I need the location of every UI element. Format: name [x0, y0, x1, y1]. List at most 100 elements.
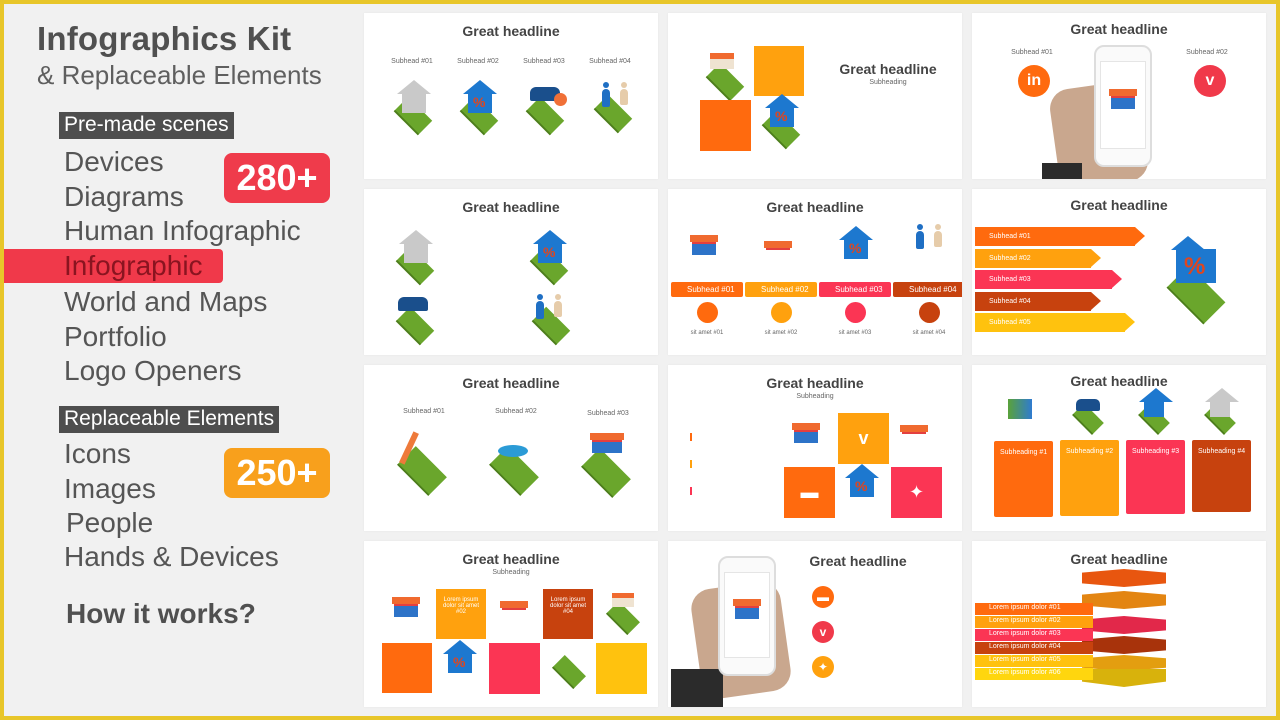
section-tag-premade: Pre-made scenes: [59, 112, 234, 139]
puzzle-tile-icon: [552, 655, 586, 689]
caption: sit amet #02: [764, 330, 798, 336]
section-tag-replaceable: Replaceable Elements: [59, 406, 280, 433]
house-percent-icon: %: [463, 80, 497, 113]
menu-item-infographic[interactable]: Infographic: [4, 249, 223, 283]
house-icon: [1205, 388, 1239, 417]
menu-item-hands-devices[interactable]: Hands & Devices: [64, 540, 279, 574]
layer-label: Lorem ipsum dolor #04: [975, 642, 1093, 654]
subhead-bar: Subhead #01: [671, 282, 743, 297]
thumbnail-scene-11[interactable]: Great headline ▬ v ✦: [668, 541, 962, 707]
layer-label: Lorem ipsum dolor #02: [975, 616, 1093, 628]
ball-icon: [554, 93, 567, 106]
thumb-subhead: Subhead #02: [1186, 49, 1228, 56]
thumb-subhead: Subhead #04: [589, 58, 631, 65]
how-it-works-link[interactable]: How it works?: [66, 598, 256, 630]
thumbnail-scene-5[interactable]: Great headline % Subhead #01 Subhead #02…: [668, 189, 962, 355]
thumb-headline: Great headline: [462, 375, 560, 391]
thumb-subhead: Subhead #02: [495, 408, 537, 415]
person-icon: [602, 82, 610, 107]
elements-count-badge: 250+: [224, 448, 330, 498]
arrow-bar: Subhead #01: [975, 227, 1145, 246]
caption: sit amet #01: [690, 330, 724, 336]
thumb-subhead: Subhead #01: [403, 408, 445, 415]
thumb-headline: Great headline: [462, 199, 560, 215]
menu-item-portfolio[interactable]: Portfolio: [64, 320, 167, 354]
subheading-card: Subheading #2: [1060, 440, 1119, 516]
thumb-headline: Great headline: [1070, 21, 1168, 37]
sidebar: Infographics Kit & Replaceable Elements …: [4, 4, 360, 716]
thumb-headline: Great headline: [462, 551, 560, 567]
menu-item-images[interactable]: Images: [64, 472, 156, 506]
layer-4: [1082, 636, 1166, 654]
thumb-headline: Great headline: [766, 375, 864, 391]
menu-item-diagrams[interactable]: Diagrams: [64, 180, 184, 214]
house-icon: [399, 230, 433, 263]
subheading-card: Subheading #4: [1192, 440, 1251, 512]
orange-tile: [700, 100, 751, 151]
thumbnail-scene-3[interactable]: Great headline Subhead #01 Subhead #02 i…: [972, 13, 1266, 179]
twitter-icon: ✦: [891, 467, 942, 518]
layer-label: Lorem ipsum dolor #03: [975, 629, 1093, 641]
layer-label: Lorem ipsum dolor #06: [975, 668, 1093, 680]
sleeve-image: [1042, 163, 1082, 179]
house-percent-icon: [1139, 388, 1173, 417]
cottage-icon: [710, 53, 734, 69]
dot-marker: [697, 302, 718, 323]
text-tile: Lorem ipsum dolor sit amet #04: [543, 589, 593, 639]
subheading-card: Subheading #1: [994, 441, 1053, 517]
thumbnail-scene-12[interactable]: Great headline Lorem ipsum dolor #01 Lor…: [972, 541, 1266, 707]
thumb-subheading: Subheading: [492, 569, 530, 576]
pond-icon: [498, 445, 528, 457]
house-percent-icon: %: [845, 464, 879, 497]
thumbnail-scene-1[interactable]: Great headline Subhead #01 Subhead #02 S…: [364, 13, 658, 179]
tent-icon: [1076, 399, 1100, 411]
list-marker: [690, 460, 692, 468]
menu-item-devices[interactable]: Devices: [64, 145, 164, 179]
arrow-bar: Subhead #04: [975, 292, 1101, 311]
menu-item-world-and-maps[interactable]: World and Maps: [64, 285, 267, 319]
thumb-subhead: Subhead #03: [523, 58, 565, 65]
house-icon: [397, 80, 431, 113]
linkedin-icon: in: [1018, 65, 1050, 97]
thumb-subhead: Subhead #01: [1011, 49, 1053, 56]
dot-marker: [771, 302, 792, 323]
person-icon: [536, 294, 544, 319]
layer-label: Lorem ipsum dolor #01: [975, 603, 1093, 615]
text-tile: Lorem ipsum dolor sit amet #02: [436, 589, 486, 639]
thumbnail-scene-9[interactable]: Great headline Subheading #1 Subheading …: [972, 365, 1266, 531]
layer-3: [1082, 616, 1166, 634]
person-icon: [934, 224, 942, 247]
thumbnail-scene-6[interactable]: Great headline Subhead #01 Subhead #02 S…: [972, 189, 1266, 355]
car-icon: ▬: [812, 586, 834, 608]
subhead-bar: Subhead #04: [893, 282, 962, 297]
house-percent-icon: %: [1171, 236, 1216, 283]
thumb-subheading: Subheading: [796, 393, 834, 400]
thumbnail-scene-2[interactable]: Great headline Subheading %: [668, 13, 962, 179]
thumbnail-scene-8[interactable]: Great headline Subheading v ▬ % ✦: [668, 365, 962, 531]
layer-label: Lorem ipsum dolor #05: [975, 655, 1093, 667]
caption: sit amet #03: [838, 330, 872, 336]
thumb-headline: Great headline: [1070, 551, 1168, 567]
menu-item-human-infographic[interactable]: Human Infographic: [64, 214, 301, 248]
page-frame: Infographics Kit & Replaceable Elements …: [4, 4, 1276, 716]
thumb-headline: Great headline: [1070, 197, 1168, 213]
dot-marker: [845, 302, 866, 323]
pink-tile: [489, 643, 540, 694]
thumbnail-scene-4[interactable]: Great headline %: [364, 189, 658, 355]
menu-item-icons[interactable]: Icons: [64, 437, 131, 471]
thumb-headline: Great headline: [809, 553, 907, 569]
house-percent-icon: %: [443, 640, 477, 673]
house-percent-icon: %: [839, 226, 873, 259]
layer-1: [1082, 569, 1166, 587]
layer-5: [1082, 655, 1166, 671]
menu-item-people[interactable]: People: [66, 506, 153, 540]
menu-item-logo-openers[interactable]: Logo Openers: [64, 354, 241, 388]
subhead-bar: Subhead #03: [819, 282, 891, 297]
thumb-headline: Great headline: [1070, 373, 1168, 389]
page-title: Infographics Kit: [37, 20, 292, 57]
layer-6: [1082, 669, 1166, 687]
thumbnail-scene-7[interactable]: Great headline Subhead #01 Subhead #02 S…: [364, 365, 658, 531]
scenes-count-badge: 280+: [224, 153, 330, 203]
thumbnail-scene-10[interactable]: Great headline Subheading Lorem ipsum do…: [364, 541, 658, 707]
sleeve-image: [671, 669, 723, 707]
